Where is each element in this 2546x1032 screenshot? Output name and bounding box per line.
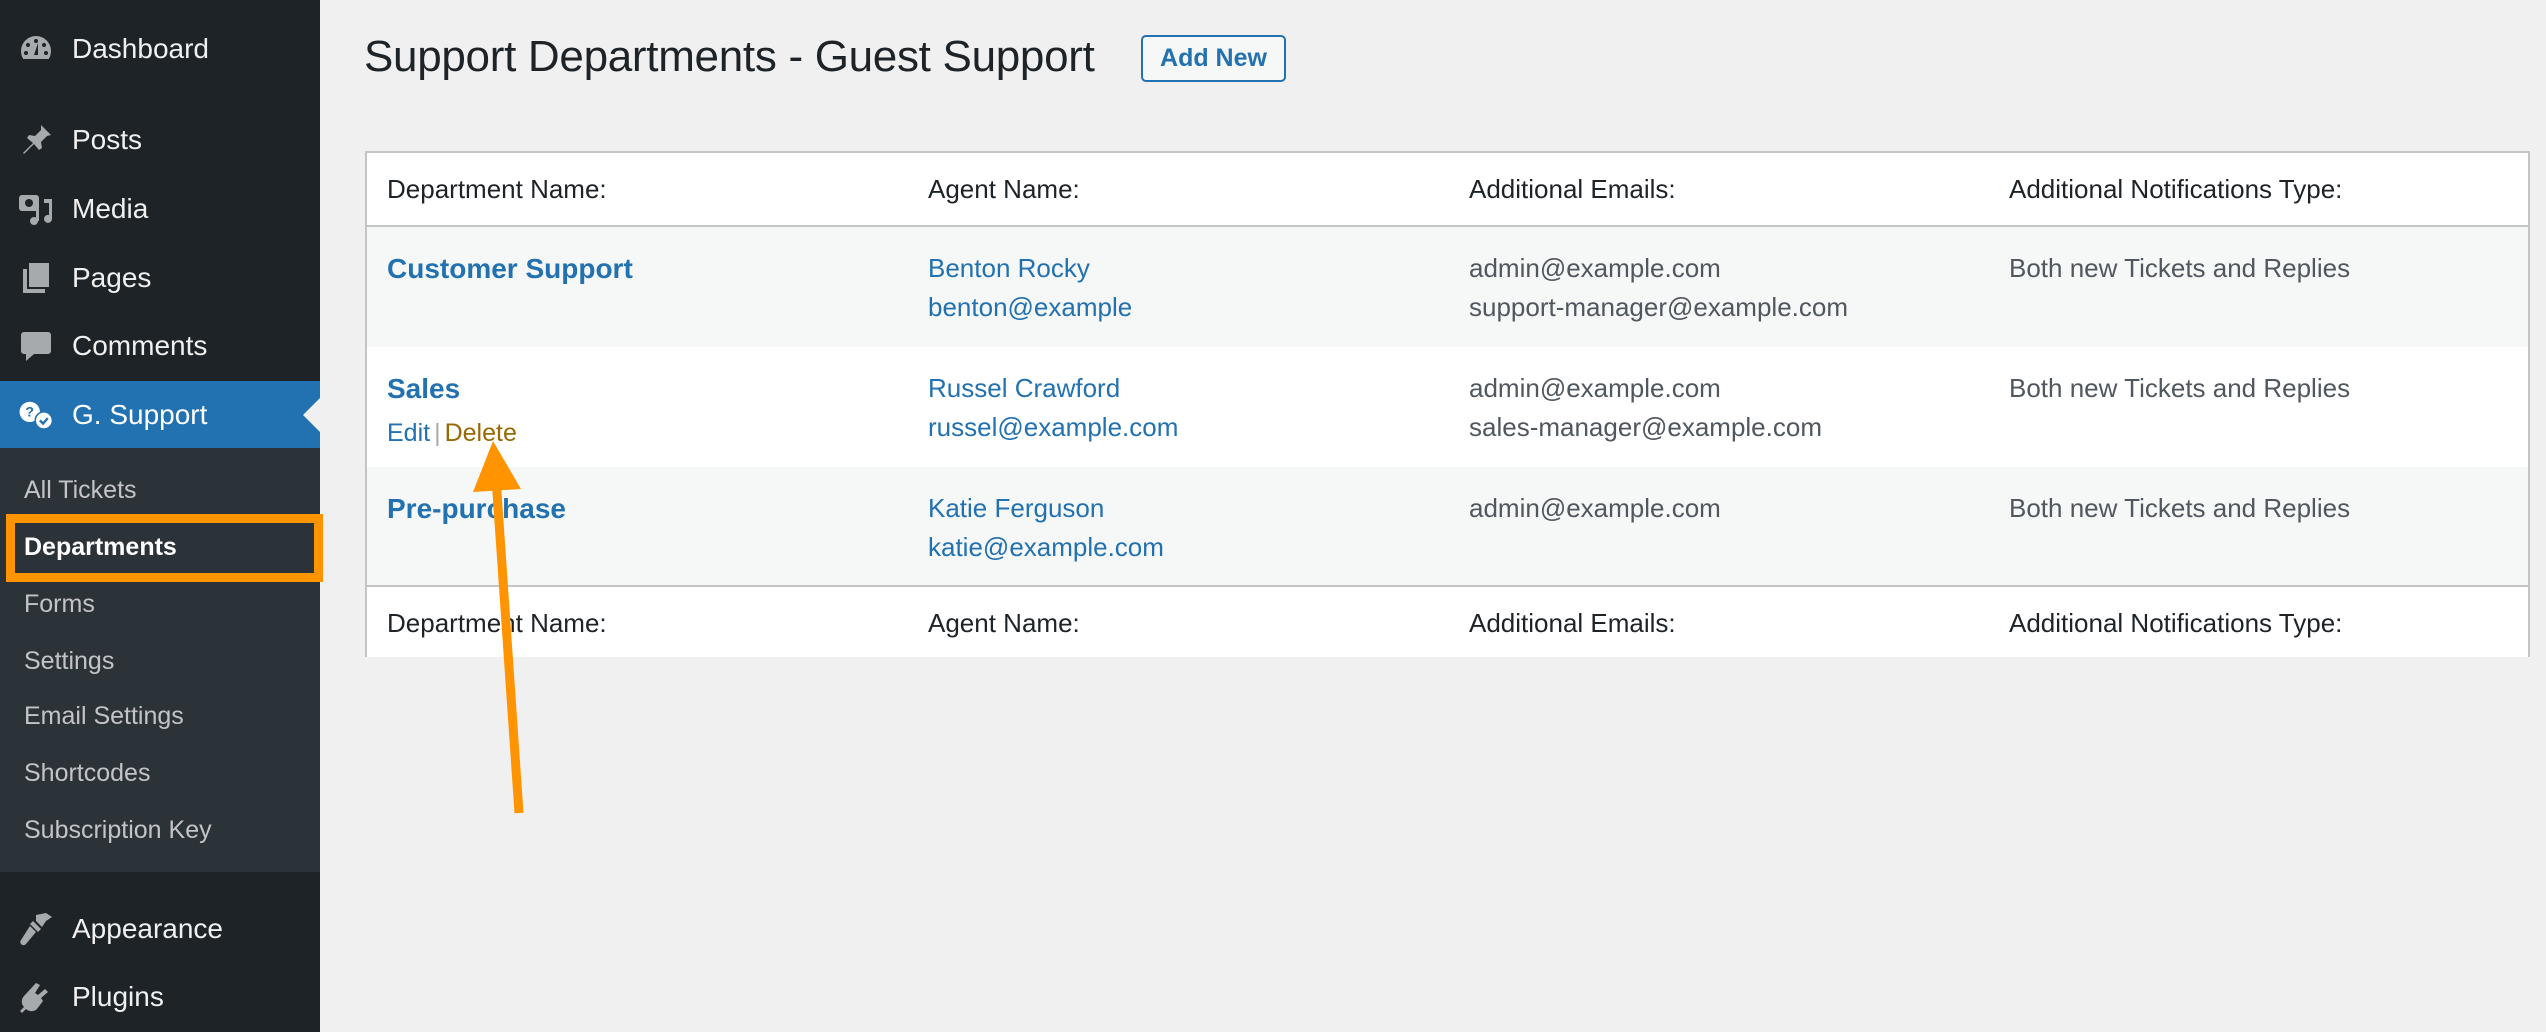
notification-type: Both new Tickets and Replies bbox=[2009, 253, 2351, 283]
table-footer-row: Department Name: Agent Name: Additional … bbox=[367, 585, 2528, 657]
submenu-item-forms[interactable]: Forms bbox=[24, 584, 95, 624]
submenu-item-all-tickets[interactable]: All Tickets bbox=[24, 470, 137, 510]
additional-email: sales-manager@example.com bbox=[1469, 412, 1822, 442]
comments-icon bbox=[18, 328, 54, 364]
table-header-row: Department Name: Agent Name: Additional … bbox=[367, 153, 2528, 227]
column-header-emails[interactable]: Additional Emails: bbox=[1469, 174, 1676, 205]
media-icon bbox=[18, 191, 54, 227]
pushpin-icon bbox=[18, 122, 54, 158]
dashboard-icon bbox=[18, 31, 54, 67]
sidebar-item-media[interactable]: Media bbox=[0, 175, 320, 243]
row-actions-separator: | bbox=[434, 419, 441, 447]
additional-email: admin@example.com bbox=[1469, 253, 1721, 283]
sidebar-item-label: Appearance bbox=[72, 913, 224, 944]
notification-type: Both new Tickets and Replies bbox=[2009, 493, 2351, 523]
sidebar-item-pages[interactable]: Pages bbox=[0, 244, 320, 312]
column-footer-emails[interactable]: Additional Emails: bbox=[1469, 608, 1676, 639]
row-actions: Edit | Delete bbox=[387, 414, 517, 453]
agent-name-link[interactable]: Katie Ferguson bbox=[928, 489, 1164, 528]
additional-email: admin@example.com bbox=[1469, 373, 1721, 403]
table-row: Sales Edit | Delete Russel Crawford russel… bbox=[367, 347, 2528, 467]
sidebar-item-dashboard[interactable]: Dashboard bbox=[0, 15, 320, 83]
submenu-item-shortcodes[interactable]: Shortcodes bbox=[24, 753, 150, 793]
sidebar-item-posts[interactable]: Posts bbox=[0, 106, 320, 174]
sidebar-item-label: G. Support bbox=[72, 399, 208, 430]
department-name-link[interactable]: Pre-purchase bbox=[387, 489, 566, 528]
additional-email: support-manager@example.com bbox=[1469, 292, 1849, 322]
submenu-item-email-settings[interactable]: Email Settings bbox=[24, 696, 184, 736]
sidebar-item-appearance[interactable]: Appearance bbox=[0, 895, 320, 963]
departments-table: Department Name: Agent Name: Additional … bbox=[365, 151, 2530, 657]
svg-text:?: ? bbox=[25, 404, 34, 420]
sidebar-item-label: Comments bbox=[72, 330, 208, 361]
add-new-button[interactable]: Add New bbox=[1141, 35, 1286, 82]
department-name-link[interactable]: Sales bbox=[387, 369, 517, 408]
table-row: Customer Support Benton Rocky benton@exa… bbox=[367, 227, 2528, 347]
notification-type: Both new Tickets and Replies bbox=[2009, 373, 2351, 403]
support-icon: ? bbox=[18, 397, 54, 433]
submenu-item-departments[interactable]: Departments bbox=[24, 527, 177, 567]
agent-email-link[interactable]: russel@example.com bbox=[928, 408, 1178, 447]
agent-name-link[interactable]: Russel Crawford bbox=[928, 369, 1178, 408]
sidebar-item-label: Media bbox=[72, 193, 149, 224]
agent-name-link[interactable]: Benton Rocky bbox=[928, 249, 1132, 288]
pages-icon bbox=[18, 260, 54, 296]
column-footer-agent[interactable]: Agent Name: bbox=[928, 608, 1080, 639]
agent-email-link[interactable]: benton@example bbox=[928, 288, 1132, 327]
submenu-item-subscription-key[interactable]: Subscription Key bbox=[24, 810, 212, 850]
column-header-notification-type[interactable]: Additional Notifications Type: bbox=[2009, 174, 2342, 205]
sidebar-item-label: Dashboard bbox=[72, 33, 209, 64]
agent-email-link[interactable]: katie@example.com bbox=[928, 528, 1164, 567]
delete-link[interactable]: Delete bbox=[445, 419, 517, 447]
sidebar-item-label: Plugins bbox=[72, 981, 164, 1012]
submenu-item-settings[interactable]: Settings bbox=[24, 641, 114, 681]
edit-link[interactable]: Edit bbox=[387, 419, 430, 447]
page-title: Support Departments - Guest Support bbox=[364, 32, 1095, 81]
column-footer-notification-type[interactable]: Additional Notifications Type: bbox=[2009, 608, 2342, 639]
admin-sidebar: Dashboard Posts Media Pages Comments ? G… bbox=[0, 0, 323, 1032]
sidebar-item-label: Pages bbox=[72, 262, 152, 293]
sidebar-item-g-support[interactable]: ? G. Support bbox=[0, 381, 320, 449]
column-header-agent[interactable]: Agent Name: bbox=[928, 174, 1080, 205]
column-header-department[interactable]: Department Name: bbox=[387, 174, 607, 205]
paintbrush-icon bbox=[18, 911, 54, 947]
sidebar-item-plugins[interactable]: Plugins bbox=[0, 963, 320, 1031]
additional-email: admin@example.com bbox=[1469, 493, 1721, 523]
column-footer-department[interactable]: Department Name: bbox=[387, 608, 607, 639]
table-row: Pre-purchase Katie Ferguson katie@exampl… bbox=[367, 467, 2528, 585]
department-name-link[interactable]: Customer Support bbox=[387, 249, 633, 288]
g-support-submenu: All Tickets Departments Forms Settings E… bbox=[0, 448, 320, 872]
sidebar-item-comments[interactable]: Comments bbox=[0, 312, 320, 380]
plugin-icon bbox=[18, 979, 54, 1015]
sidebar-item-label: Posts bbox=[72, 124, 143, 155]
